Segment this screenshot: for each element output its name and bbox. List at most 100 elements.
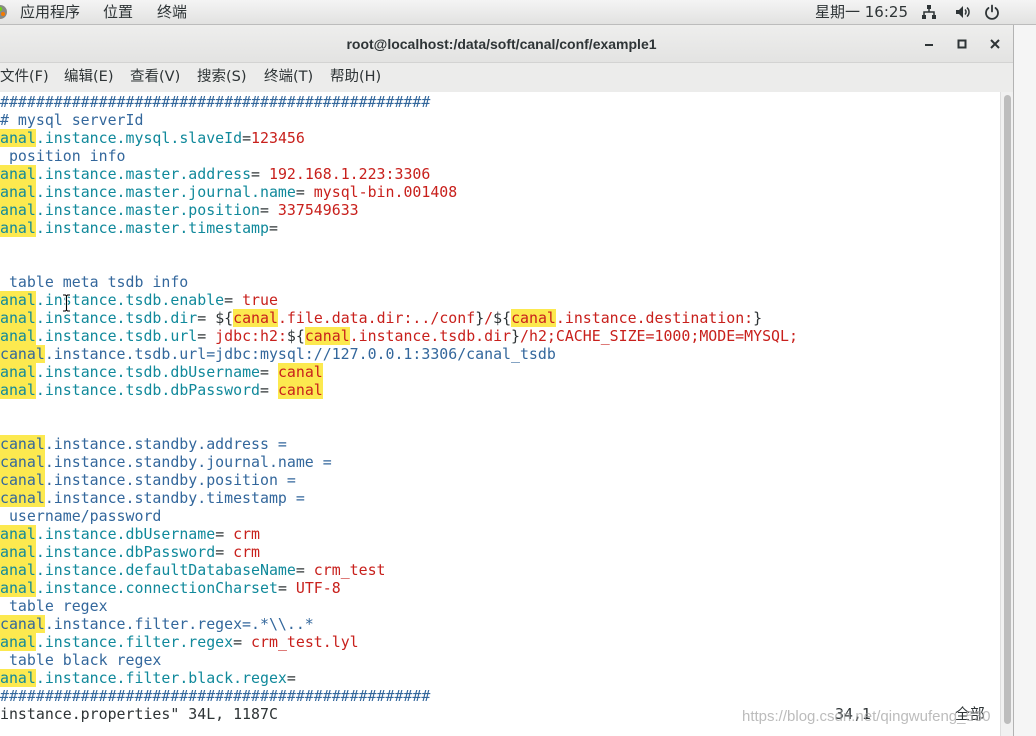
search-match-highlight: anal [0,291,36,309]
terminal-view[interactable]: ########################################… [0,92,1000,736]
watermark: https://blog.csdn.net/qingwufeng_530 [742,708,991,725]
search-match-highlight: canal [277,381,323,399]
text-segment: crm_test.lyl [242,633,359,651]
terminal-line: # mysql serverId [0,111,1000,129]
text-segment: 123456 [251,129,305,147]
terminal-line: anal.instance.tsdb.dbPassword= canal [0,381,1000,399]
search-match-highlight: canal [277,363,323,381]
search-match-highlight: canal [0,615,45,633]
search-match-highlight: anal [0,309,36,327]
text-segment: = [286,669,296,687]
search-match-highlight: canal [0,345,45,363]
search-match-highlight: anal [0,669,36,687]
search-match-highlight: anal [0,327,36,345]
volume-icon[interactable] [955,4,971,20]
search-match-highlight: anal [0,579,36,597]
text-segment: ########################################… [0,687,431,705]
window-title: root@localhost:/data/soft/canal/conf/exa… [346,36,657,52]
window-titlebar[interactable]: root@localhost:/data/soft/canal/conf/exa… [0,25,1013,63]
text-segment: = [233,633,243,651]
text-segment: .instance.connectionCharset [35,579,278,597]
scrollbar-thumb[interactable] [1004,95,1011,724]
terminal-line: table regex [0,597,1000,615]
text-segment: .instance.standby.journal.name = [44,453,332,471]
search-match-highlight: anal [0,363,36,381]
text-segment: crm_test [304,561,386,579]
maximize-button[interactable] [954,36,970,52]
text-segment: } [753,309,763,327]
menu-terminal[interactable]: 终端(T) [264,63,313,92]
menu-search[interactable]: 搜索(S) [197,63,247,92]
text-segment: .instance.master.position [35,201,260,219]
terminal-line: anal.instance.dbPassword= crm [0,543,1000,561]
text-segment: .instance.standby.address = [44,435,287,453]
terminal-line: canal.instance.tsdb.url=jdbc:mysql://127… [0,345,1000,363]
terminal-scrollbar[interactable] [1000,92,1013,736]
terminal-line: canal.instance.standby.address = [0,435,1000,453]
terminal-line: anal.instance.master.timestamp= [0,219,1000,237]
gnome-applications-icon[interactable] [0,4,8,20]
text-segment: mysql-bin.001408 [304,183,458,201]
network-wired-icon[interactable] [921,4,937,20]
menu-help[interactable]: 帮助(H) [330,63,381,92]
power-icon[interactable] [984,4,1000,20]
text-segment: username/password [0,507,162,525]
search-match-highlight: anal [0,129,36,147]
text-segment: = [268,219,278,237]
text-segment: .instance.standby.position = [44,471,296,489]
text-segment: UTF-8 [286,579,341,597]
terminal-line: anal.instance.tsdb.dir= ${canal.file.dat… [0,309,1000,327]
vim-status-message: instance.properties" 34L, 1187C [0,705,278,723]
text-segment: .instance.dbPassword [35,543,216,561]
minimize-icon [925,44,933,46]
text-segment: = [277,579,287,597]
minimize-button[interactable] [921,36,937,52]
menu-file[interactable]: 文件(F) [0,63,49,92]
terminal-line: canal.instance.standby.timestamp = [0,489,1000,507]
text-segment: ${ [215,309,234,327]
search-match-highlight: anal [0,543,36,561]
terminal-line: ########################################… [0,93,1000,111]
text-segment: } [511,327,521,345]
terminal-line: anal.instance.master.journal.name= mysql… [0,183,1000,201]
text-segment: /h2;CACHE_SIZE=1000;MODE=MYSQL; [520,327,798,345]
clock[interactable]: 星期一 16:25 [815,0,908,24]
top-panel: 应用程序 位置 终端 星期一 16:25 [0,0,1036,25]
search-match-highlight: canal [0,453,45,471]
text-segment: table meta tsdb info [0,273,189,291]
menu-edit[interactable]: 编辑(E) [64,63,113,92]
terminal-line: anal.instance.tsdb.url= jdbc:h2:${canal.… [0,327,1000,345]
maximize-icon [957,39,967,49]
text-segment: .instance.master.journal.name [35,183,296,201]
text-segment: .instance.tsdb.dir [35,309,198,327]
text-segment: = [295,183,305,201]
search-match-highlight: canal [233,309,278,327]
terminal-line: table black regex [0,651,1000,669]
text-segment: = [224,291,234,309]
terminal-line: position info [0,147,1000,165]
text-segment: = [260,381,278,399]
text-segment: ${ [493,309,512,327]
active-app-menu[interactable]: 终端 [157,0,187,24]
terminal-line: anal.instance.tsdb.dbUsername= canal [0,363,1000,381]
text-segment: } [475,309,485,327]
terminal-window: root@localhost:/data/soft/canal/conf/exa… [0,25,1014,736]
menu-view[interactable]: 查看(V) [130,63,180,92]
menu-bar: 文件(F) 编辑(E) 查看(V) 搜索(S) 终端(T) 帮助(H) [0,63,1013,92]
close-button[interactable] [987,36,1003,52]
search-match-highlight: anal [0,183,36,201]
text-segment: = [251,165,261,183]
text-segment: = [295,561,305,579]
terminal-line: anal.instance.filter.regex= crm_test.lyl [0,633,1000,651]
text-segment: .instance.mysql.slaveId [35,129,243,147]
applications-menu[interactable]: 应用程序 [20,0,80,24]
text-segment: .instance.dbUsername [35,525,216,543]
text-segment: .instance.defaultDatabaseName [35,561,296,579]
places-menu[interactable]: 位置 [103,0,133,24]
text-segment: table black regex [0,651,162,669]
text-segment: .instance.master.address [35,165,252,183]
search-match-highlight: anal [0,561,36,579]
